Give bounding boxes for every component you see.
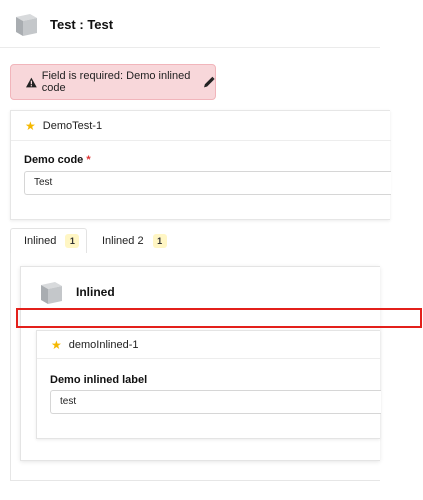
star-icon: ★ (25, 118, 36, 133)
card-header: ★ DemoTest-1 (11, 111, 391, 141)
validation-alert: Field is required: Demo inlined code (10, 64, 216, 100)
card-header: ★ demoInlined-1 (37, 331, 381, 359)
card-title: DemoTest-1 (42, 119, 103, 132)
demo-test-card: ★ DemoTest-1 Demo code * Test (10, 110, 391, 220)
warning-icon (26, 77, 37, 87)
highlight-box (16, 308, 422, 328)
star-icon: ★ (51, 337, 62, 352)
demo-inlined-label: Demo inlined label (50, 374, 148, 386)
tab-inlined[interactable]: Inlined 1 (10, 228, 87, 254)
demo-code-label: Demo code * (24, 154, 91, 166)
cube-icon (16, 14, 37, 36)
tab-label: Inlined 2 (102, 235, 144, 247)
cube-icon (41, 282, 62, 304)
count-badge: 1 (65, 234, 80, 248)
page-header: Test : Test (0, 0, 380, 48)
inlined-title: Inlined (76, 285, 115, 299)
tab-label: Inlined (24, 235, 57, 247)
card-title: demoInlined-1 (68, 338, 139, 351)
demo-inlined-input[interactable]: test (50, 390, 381, 414)
pencil-icon[interactable] (204, 76, 215, 88)
demo-code-label-text: Demo code (24, 154, 84, 166)
page-title: Test : Test (50, 17, 114, 32)
count-badge: 1 (152, 234, 167, 248)
required-mark: * (86, 154, 91, 166)
alert-message: Field is required: Demo inlined code (41, 70, 191, 94)
tab-inlined-2[interactable]: Inlined 2 1 (102, 228, 167, 254)
demo-inlined-card: ★ demoInlined-1 Demo inlined label test (36, 330, 381, 439)
demo-code-input[interactable]: Test (24, 171, 391, 195)
